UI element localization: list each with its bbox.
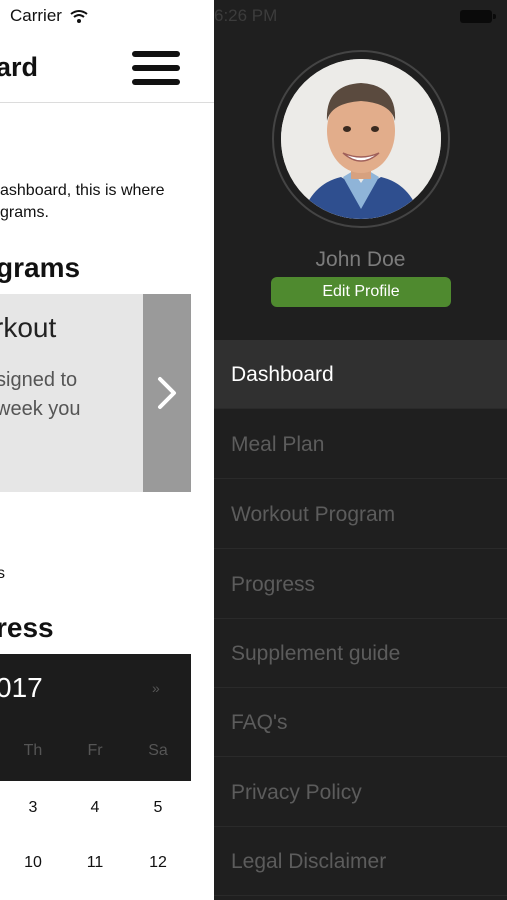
nav-item-label: Privacy Policy — [231, 781, 362, 804]
status-bar-left: Carrier — [10, 6, 88, 26]
programs-section-title: grams — [0, 252, 81, 283]
card-next-button[interactable] — [143, 294, 191, 492]
nav-item-dashboard[interactable]: Dashboard — [214, 340, 507, 409]
nav-item-label: Supplement guide — [231, 642, 401, 665]
workout-card[interactable]: rkout signed to week you — [0, 294, 143, 492]
day-of-week-label: Fr — [87, 742, 103, 759]
nav-item-workout-program[interactable]: Workout Program — [214, 480, 507, 549]
calendar-day[interactable]: 10 — [13, 854, 53, 872]
progress-section-title: ress — [0, 612, 54, 643]
carrier-label: Carrier — [10, 6, 62, 25]
calendar-next-button[interactable]: » — [152, 680, 160, 696]
side-drawer: 6:26 PM John Doe Edit Profile Dashboard … — [214, 0, 507, 900]
battery-icon — [460, 10, 496, 23]
nav-item-label: Dashboard — [231, 363, 334, 386]
nav-item-label: Meal Plan — [231, 433, 325, 456]
wifi-icon — [70, 10, 88, 23]
calendar-day[interactable]: 12 — [138, 854, 178, 872]
nav-item-privacy-policy[interactable]: Privacy Policy — [214, 758, 507, 827]
status-time: 6:26 PM — [214, 6, 278, 25]
nav-item-label: Legal Disclaimer — [231, 850, 387, 873]
nav-item-label: FAQ's — [231, 711, 288, 734]
user-name: John Doe — [315, 248, 406, 271]
workout-card-title: rkout — [0, 312, 57, 343]
calendar-header: 017 » Th Fr Sa — [0, 654, 191, 781]
day-of-week-label: Sa — [148, 742, 168, 759]
calendar-month-label: 017 — [0, 672, 43, 703]
calendar-day[interactable]: 4 — [75, 799, 115, 817]
calendar-day[interactable]: 3 — [13, 799, 53, 817]
workout-card-description: signed to week you — [0, 369, 81, 420]
nav-item-label: Workout Program — [231, 503, 396, 526]
day-of-week-label: Th — [23, 742, 43, 759]
main-screen: Carrier ard ashboard, this is where gram… — [0, 0, 214, 900]
profile-photo — [281, 59, 441, 219]
intro-text: ashboard, this is where grams. — [0, 182, 165, 221]
nav-item-supplement-guide[interactable]: Supplement guide — [214, 619, 507, 688]
nav-item-meal-plan[interactable]: Meal Plan — [214, 410, 507, 479]
nav-item-legal-disclaimer[interactable]: Legal Disclaimer — [214, 827, 507, 896]
nav-item-faqs[interactable]: FAQ's — [214, 688, 507, 757]
hamburger-icon — [132, 51, 180, 57]
chevron-right-icon — [158, 377, 176, 409]
text-fragment: s — [0, 565, 5, 582]
calendar-day[interactable]: 11 — [75, 854, 115, 872]
header-bar: ard — [0, 34, 214, 103]
avatar[interactable] — [281, 59, 441, 219]
menu-button[interactable] — [132, 51, 180, 85]
page-title: ard — [0, 52, 39, 82]
edit-profile-button[interactable]: Edit Profile — [271, 277, 451, 307]
calendar-day[interactable]: 5 — [138, 799, 178, 817]
nav-item-progress[interactable]: Progress — [214, 550, 507, 619]
nav-item-label: Progress — [231, 573, 316, 596]
